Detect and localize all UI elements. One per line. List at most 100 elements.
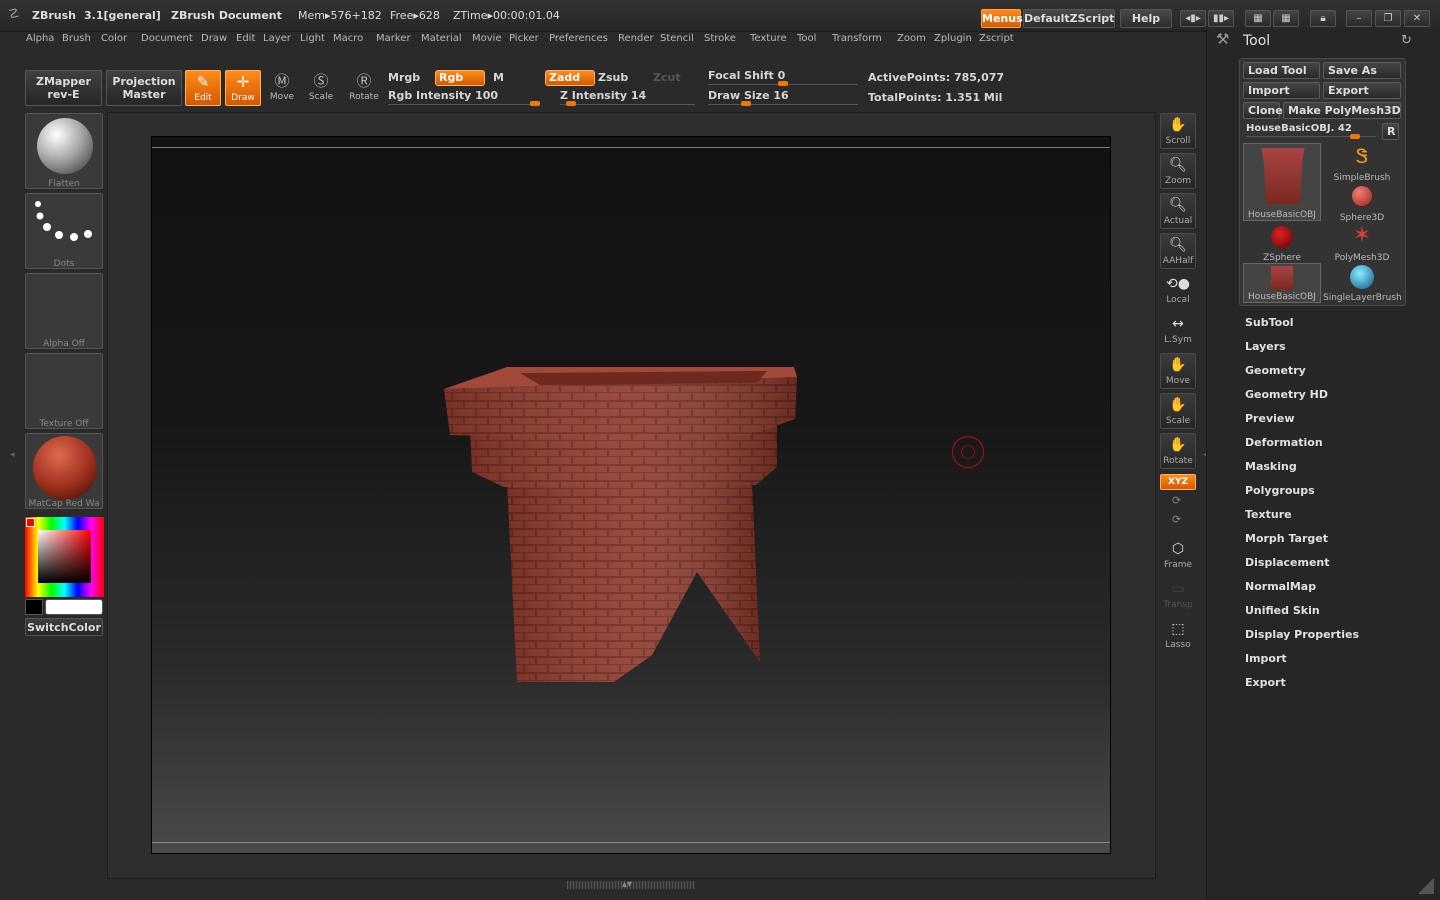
section-deformation[interactable]: Deformation	[1245, 436, 1323, 449]
import-button[interactable]: Import	[1243, 82, 1320, 99]
menu-stroke[interactable]: Stroke	[704, 33, 736, 44]
section-subtool[interactable]: SubTool	[1245, 316, 1294, 329]
menu-color[interactable]: Color	[101, 33, 127, 44]
z-intensity-knob[interactable]	[566, 101, 576, 106]
switch-color-button[interactable]: SwitchColor	[25, 618, 103, 636]
section-masking[interactable]: Masking	[1245, 460, 1297, 473]
tray-toggle-icon[interactable]: ▴▾	[622, 879, 632, 890]
alpha-selector[interactable]: Alpha Off	[25, 273, 103, 349]
menu-brush[interactable]: Brush	[62, 33, 91, 44]
menu-texture[interactable]: Texture	[750, 33, 787, 44]
tool-thumb-house-small[interactable]: HouseBasicOBJ	[1243, 263, 1321, 303]
section-display-properties[interactable]: Display Properties	[1245, 628, 1359, 641]
main-color-swatch[interactable]	[45, 599, 103, 615]
r-button[interactable]: R	[1382, 123, 1399, 140]
menu-macro[interactable]: Macro	[333, 33, 363, 44]
frame-button[interactable]: ⬡ Frame	[1160, 538, 1196, 574]
zoom-button[interactable]: 🔍︎ Zoom	[1160, 153, 1196, 189]
menu-zplugin[interactable]: Zplugin	[934, 33, 972, 44]
restore-icon[interactable]: ❐	[1375, 10, 1401, 27]
material-selector[interactable]: MatCap Red Wa	[25, 433, 103, 509]
rotate-z-icon[interactable]: ⟳	[1172, 513, 1181, 526]
expand-ui-icon[interactable]: ▮▮▸	[1208, 10, 1234, 27]
zcut-toggle[interactable]: Zcut	[653, 71, 681, 84]
section-geometry[interactable]: Geometry	[1245, 364, 1306, 377]
section-normalmap[interactable]: NormalMap	[1245, 580, 1316, 593]
tool-thumb-house-large[interactable]: HouseBasicOBJ	[1243, 143, 1321, 221]
section-geometry-hd[interactable]: Geometry HD	[1245, 388, 1328, 401]
color-saturation-square[interactable]	[38, 530, 91, 583]
tool-thumb-sphere3d[interactable]: Sphere3D	[1323, 183, 1401, 223]
lock-icon[interactable]: 🔒︎	[1310, 10, 1336, 27]
shrink-ui-icon[interactable]: ◂▮▸	[1180, 10, 1206, 27]
zadd-toggle[interactable]: Zadd	[545, 70, 595, 86]
section-polygroups[interactable]: Polygroups	[1245, 484, 1315, 497]
brush-selector[interactable]: Flatten	[25, 113, 103, 189]
local-button[interactable]: ⟲● Local	[1160, 273, 1196, 309]
help-button[interactable]: Help	[1120, 9, 1172, 28]
rotate-view-button[interactable]: ✋ Rotate	[1160, 433, 1196, 469]
section-morph-target[interactable]: Morph Target	[1245, 532, 1328, 545]
canvas[interactable]	[151, 136, 1111, 854]
tool-thumb-singlelayerbrush[interactable]: SingleLayerBrush	[1323, 263, 1402, 303]
draw-size-knob[interactable]	[741, 101, 751, 106]
menu-draw[interactable]: Draw	[201, 33, 227, 44]
menu-zoom[interactable]: Zoom	[897, 33, 926, 44]
edit-button[interactable]: ✎ Edit	[185, 70, 221, 106]
xyz-toggle[interactable]: XYZ	[1160, 474, 1196, 490]
zmapper-button[interactable]: ZMapper rev-E	[25, 70, 102, 106]
menu-preferences[interactable]: Preferences	[549, 33, 608, 44]
projection-master-button[interactable]: Projection Master	[106, 70, 182, 106]
resize-grip-icon[interactable]	[1418, 878, 1434, 894]
scale-button[interactable]: Ⓢ Scale	[303, 70, 339, 106]
rgb-intensity-knob[interactable]	[530, 101, 540, 106]
secondary-color-swatch[interactable]	[25, 599, 43, 615]
move-button[interactable]: Ⓜ Move	[264, 70, 300, 106]
left-tray-collapse-icon[interactable]: ◂	[10, 450, 15, 460]
focal-shift-knob[interactable]	[778, 81, 788, 86]
stroke-selector[interactable]: Dots	[25, 193, 103, 269]
draw-button[interactable]: ✛ Draw	[225, 70, 261, 106]
section-unified-skin[interactable]: Unified Skin	[1245, 604, 1320, 617]
menu-edit[interactable]: Edit	[236, 33, 255, 44]
section-preview[interactable]: Preview	[1245, 412, 1295, 425]
tool-slider-knob[interactable]	[1350, 134, 1360, 139]
actual-button[interactable]: 🔍︎ Actual	[1160, 193, 1196, 229]
section-texture[interactable]: Texture	[1245, 508, 1292, 521]
menu-light[interactable]: Light	[300, 33, 325, 44]
section-layers[interactable]: Layers	[1245, 340, 1286, 353]
zsub-toggle[interactable]: Zsub	[598, 71, 628, 84]
rgb-intensity-slider[interactable]	[388, 104, 538, 105]
rotate-y-icon[interactable]: ⟳	[1172, 494, 1181, 507]
menu-document[interactable]: Document	[141, 33, 193, 44]
menu-zscript[interactable]: Zscript	[979, 33, 1014, 44]
menu-transform[interactable]: Transform	[832, 33, 882, 44]
transp-button[interactable]: ▭ Transp	[1160, 578, 1196, 614]
minimize-icon[interactable]: –	[1346, 10, 1372, 27]
menu-picker[interactable]: Picker	[509, 33, 539, 44]
color-picker[interactable]	[25, 517, 104, 597]
default-zscript-button[interactable]: DefaultZScript	[1023, 9, 1115, 28]
m-toggle[interactable]: M	[493, 71, 504, 84]
menu-material[interactable]: Material	[421, 33, 462, 44]
section-displacement[interactable]: Displacement	[1245, 556, 1330, 569]
rgb-toggle[interactable]: Rgb	[435, 70, 485, 86]
close-icon[interactable]: ✕	[1404, 10, 1430, 27]
z-intensity-slider[interactable]	[560, 104, 695, 105]
rotate-button[interactable]: Ⓡ Rotate	[346, 70, 382, 106]
scale-view-button[interactable]: ✋ Scale	[1160, 393, 1196, 429]
layout-left-icon[interactable]: ▦	[1245, 10, 1271, 27]
tool-thumb-zsphere[interactable]: ZSphere	[1243, 223, 1321, 263]
move-view-button[interactable]: ✋ Move	[1160, 353, 1196, 389]
make-polymesh-button[interactable]: Make PolyMesh3D	[1283, 102, 1401, 119]
lasso-button[interactable]: ⬚ Lasso	[1160, 618, 1196, 654]
texture-selector[interactable]: Texture Off	[25, 353, 103, 429]
export-button[interactable]: Export	[1323, 82, 1401, 99]
palette-reset-icon[interactable]: ↻	[1401, 33, 1412, 48]
tool-thumb-polymesh3d[interactable]: ✶ PolyMesh3D	[1323, 223, 1401, 263]
menu-layer[interactable]: Layer	[263, 33, 291, 44]
load-tool-button[interactable]: Load Tool	[1243, 62, 1320, 79]
clone-button[interactable]: Clone	[1243, 102, 1283, 119]
mrgb-toggle[interactable]: Mrgb	[388, 71, 420, 84]
section-export[interactable]: Export	[1245, 676, 1286, 689]
